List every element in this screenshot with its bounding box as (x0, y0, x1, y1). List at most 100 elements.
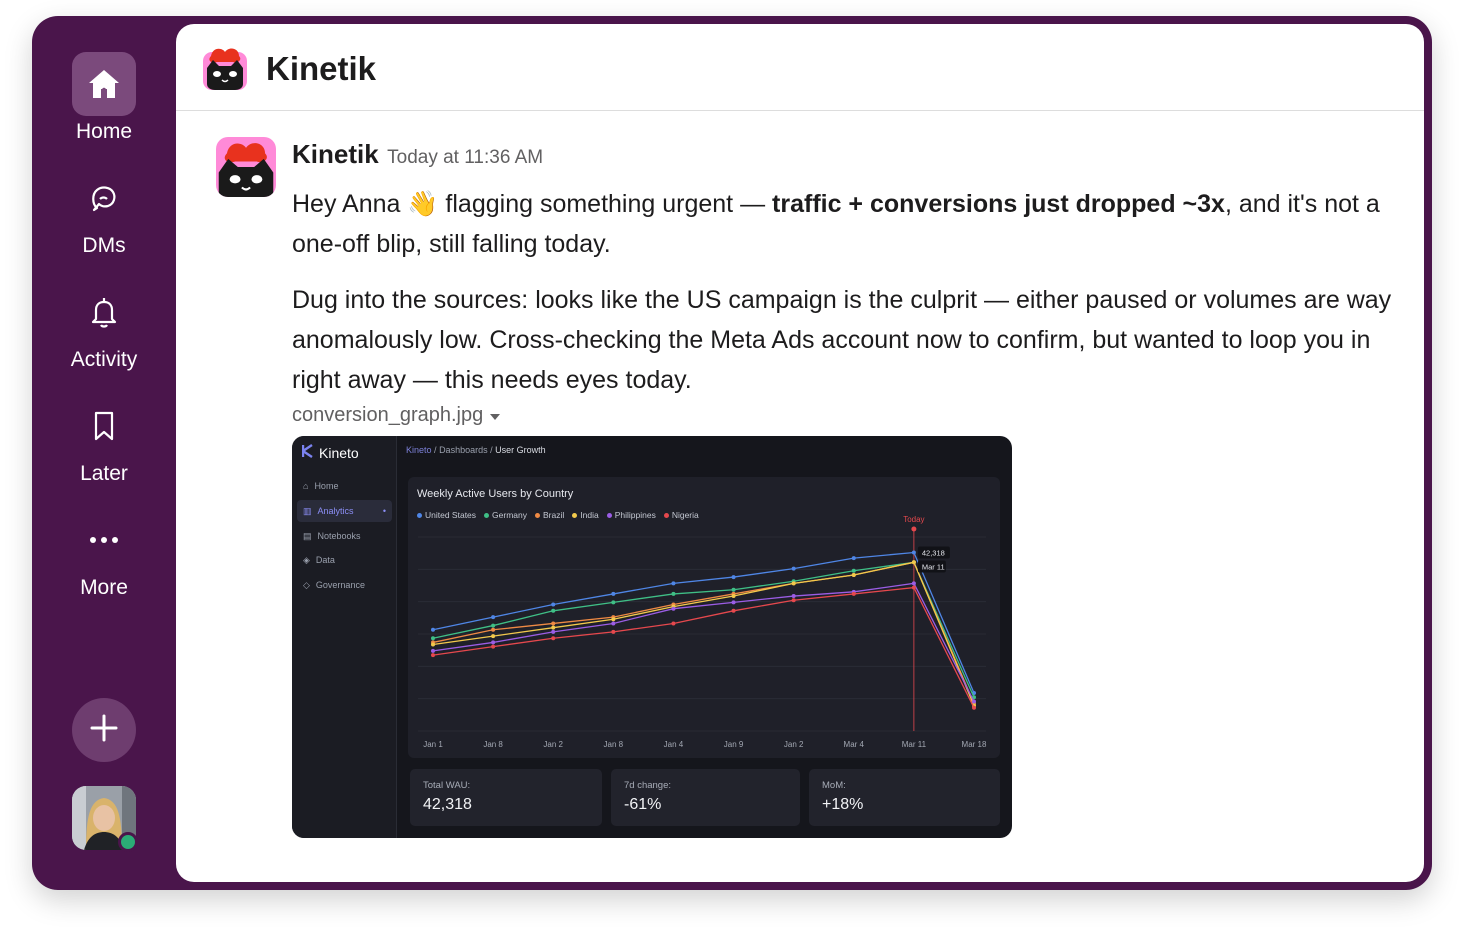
stat-value: -61% (624, 796, 662, 813)
x-tick-label: Jan 1 (423, 740, 443, 749)
data-point (791, 594, 796, 599)
active-dot-icon: • (382, 506, 386, 516)
dashboard-nav-label: Notebooks (317, 531, 361, 541)
stat-label: MoM: (822, 780, 846, 791)
rail-item-activity[interactable]: Activity (32, 280, 176, 372)
message-header: Kinetik Today at 11:36 AM (292, 139, 543, 170)
channel-title: Kinetik (266, 50, 377, 87)
rail-label-more: More (80, 576, 128, 599)
dashboard-breadcrumb: Kineto / Dashboards / User Growth (406, 445, 546, 455)
data-point (671, 621, 676, 626)
data-point (851, 556, 856, 561)
rail-item-later[interactable]: Later (32, 394, 176, 486)
data-point (791, 598, 796, 603)
x-tick-label: Mar 11 (902, 740, 927, 749)
chevron-down-icon (489, 404, 501, 426)
stat-card-mom: MoM: +18% (809, 769, 1000, 826)
kineto-logo-icon (301, 444, 314, 461)
data-point (551, 625, 556, 630)
x-tick-label: Jan 8 (604, 740, 624, 749)
data-point (911, 550, 916, 555)
data-point (491, 623, 496, 628)
app-logo-icon (203, 46, 247, 90)
rail-item-more[interactable]: More (32, 508, 176, 600)
data-point (491, 615, 496, 620)
plus-icon (89, 713, 119, 748)
message-timestamp[interactable]: Today at 11:36 AM (387, 147, 543, 168)
data-point (551, 602, 556, 607)
attachment-name[interactable]: conversion_graph.jpg (292, 404, 501, 427)
dashboard-nav-home: ⌂ Home (297, 475, 392, 497)
data-point (972, 705, 976, 710)
notebook-icon: ▤ (303, 530, 312, 541)
stat-card-7d-change: 7d change: -61% (611, 769, 800, 826)
x-tick-label: Jan 8 (483, 740, 503, 749)
data-point (731, 600, 736, 605)
data-point (611, 621, 616, 626)
dashboard-nav-label: Governance (315, 580, 365, 590)
data-point (851, 568, 856, 573)
message-paragraph-1: Hey Anna 👋 flagging something urgent — t… (292, 184, 1392, 264)
data-point (972, 699, 976, 704)
today-marker-dot (911, 526, 917, 532)
data-point (431, 648, 435, 653)
data-point (491, 640, 496, 645)
stat-card-total-wau: Total WAU: 42,318 (410, 769, 602, 826)
x-tick-label: Mar 18 (962, 740, 987, 749)
data-point (671, 591, 676, 596)
rail-item-dms[interactable]: DMs (32, 166, 176, 258)
rail-label-later: Later (80, 462, 128, 485)
bar-chart-icon: ▥ (303, 505, 312, 516)
data-point (611, 617, 616, 622)
today-marker-label: Today (903, 515, 924, 524)
data-point (551, 608, 556, 613)
channel-pane: Kinetik Kinetik Today at 11:36 AM Hey An… (176, 24, 1424, 882)
dashboard-nav-notebooks: ▤ Notebooks (297, 525, 392, 547)
data-point (491, 644, 496, 649)
data-point (731, 575, 736, 580)
data-point (851, 591, 856, 596)
home-icon (72, 52, 136, 116)
breadcrumb-item: User Growth (495, 445, 546, 455)
dms-icon (72, 166, 136, 230)
tooltip-date: Mar 11 (922, 563, 945, 572)
data-point (551, 629, 556, 634)
chart-card: Weekly Active Users by Country United St… (408, 477, 1000, 758)
rail-label-home: Home (75, 120, 133, 143)
add-button[interactable] (72, 698, 136, 762)
dashboard-brand-name: Kineto (319, 444, 359, 461)
dashboard-nav-label: Data (315, 555, 335, 565)
data-point (731, 594, 736, 599)
data-point (491, 627, 496, 632)
message-text: Hey Anna 👋 flagging something urgent — (292, 190, 773, 218)
data-point (671, 606, 676, 611)
house-icon: ⌂ (303, 481, 309, 491)
data-point (911, 560, 916, 565)
line-chart: Jan 1 Jan 8 Jan 2 Jan 8 Jan 4 Jan 9 Jan 2 Mar 4… (418, 515, 987, 749)
more-icon (72, 508, 136, 572)
message-author[interactable]: Kinetik (292, 139, 379, 169)
stat-value: 42,318 (423, 796, 472, 813)
data-point (431, 642, 435, 647)
presence-indicator (118, 832, 138, 852)
attachment-image[interactable]: Kineto ⌂ Home ▥ Analytics • ▤ Notebooks ◈ Dat… (292, 436, 1012, 838)
shield-icon: ◇ (303, 579, 310, 590)
data-point (911, 585, 916, 590)
bot-avatar[interactable] (216, 137, 276, 197)
dashboard-nav-label: Home (314, 481, 339, 491)
data-point (491, 634, 496, 639)
data-point (791, 581, 796, 586)
dashboard-sidebar: Kineto ⌂ Home ▥ Analytics • ▤ Notebooks ◈ Dat… (292, 436, 397, 838)
rail-item-home[interactable]: Home (32, 52, 176, 144)
x-tick-label: Jan 9 (724, 740, 744, 749)
data-point (851, 572, 856, 577)
bookmark-icon (72, 394, 136, 458)
message-body: Hey Anna 👋 flagging something urgent — t… (292, 184, 1392, 416)
rail-label-activity: Activity (70, 348, 138, 371)
breadcrumb-item: Dashboards (439, 445, 488, 455)
data-point (551, 621, 556, 626)
x-tick-label: Jan 2 (543, 740, 563, 749)
bell-icon (72, 280, 136, 344)
rail-label-dms: DMs (82, 234, 126, 257)
dashboard-nav-data: ◈ Data (297, 549, 392, 571)
